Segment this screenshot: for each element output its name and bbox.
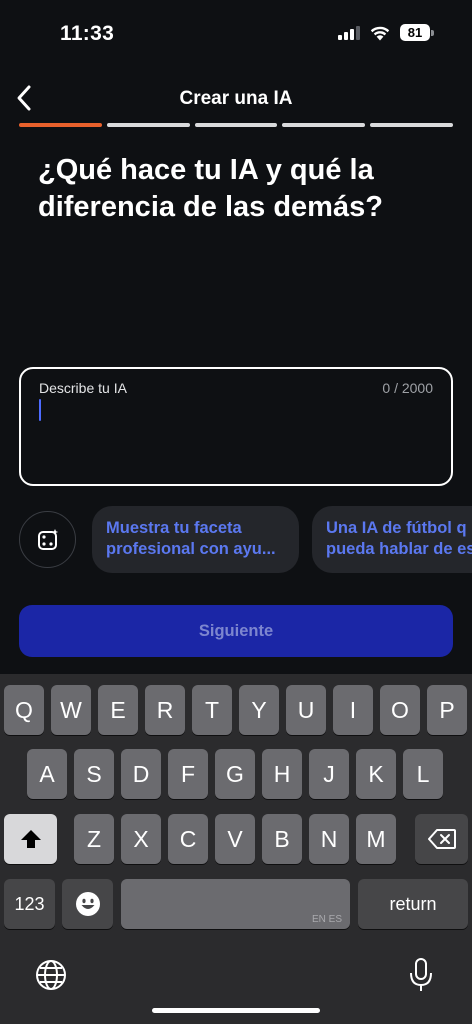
- key-z[interactable]: Z: [74, 814, 114, 864]
- suggestion-text-line: pueda hablar de es: [326, 540, 472, 558]
- key-e[interactable]: E: [98, 685, 138, 735]
- cellular-signal-icon: [338, 25, 360, 40]
- step-progress: [19, 123, 453, 128]
- suggestion-chip[interactable]: Muestra tu faceta profesional con ayu...: [92, 506, 299, 573]
- battery-level: 81: [400, 24, 430, 41]
- emoji-key[interactable]: [62, 879, 113, 929]
- key-n[interactable]: N: [309, 814, 349, 864]
- describe-ia-field[interactable]: Describe tu IA 0 / 2000: [19, 367, 453, 486]
- text-cursor: [39, 399, 41, 421]
- key-m[interactable]: M: [356, 814, 396, 864]
- key-a[interactable]: A: [27, 749, 67, 799]
- shift-arrow-icon: [20, 830, 41, 848]
- key-w[interactable]: W: [51, 685, 91, 735]
- key-o[interactable]: O: [380, 685, 420, 735]
- key-r[interactable]: R: [145, 685, 185, 735]
- progress-step-2: [106, 123, 190, 127]
- question-heading: ¿Qué hace tu IA y qué la diferencia de l…: [38, 154, 383, 223]
- key-k[interactable]: K: [356, 749, 396, 799]
- random-suggestion-button[interactable]: [19, 511, 76, 568]
- return-key[interactable]: return: [358, 879, 468, 929]
- progress-step-1: [19, 123, 102, 127]
- key-v[interactable]: V: [215, 814, 255, 864]
- progress-step-3: [194, 123, 278, 127]
- key-l[interactable]: L: [403, 749, 443, 799]
- next-button[interactable]: Siguiente: [19, 605, 453, 657]
- microphone-icon: [410, 958, 432, 991]
- emoji-icon: [75, 892, 100, 916]
- key-q[interactable]: Q: [4, 685, 44, 735]
- key-b[interactable]: B: [262, 814, 302, 864]
- character-counter: 0 / 2000: [382, 380, 433, 396]
- suggestion-chip[interactable]: Una IA de fútbol q pueda hablar de es: [312, 506, 472, 573]
- key-s[interactable]: S: [74, 749, 114, 799]
- shift-key[interactable]: [4, 814, 57, 864]
- wifi-icon: [370, 26, 390, 40]
- status-time: 11:33: [60, 22, 115, 45]
- key-g[interactable]: G: [215, 749, 255, 799]
- key-y[interactable]: Y: [239, 685, 279, 735]
- dictation-button[interactable]: [402, 954, 440, 996]
- home-indicator: [152, 1008, 320, 1013]
- progress-step-5: [370, 123, 453, 127]
- key-j[interactable]: J: [309, 749, 349, 799]
- dice-icon: [37, 528, 58, 550]
- key-d[interactable]: D: [121, 749, 161, 799]
- globe-button[interactable]: [32, 956, 70, 994]
- backspace-icon: [427, 829, 456, 849]
- space-language-label: EN ES: [311, 914, 342, 925]
- key-u[interactable]: U: [286, 685, 326, 735]
- key-t[interactable]: T: [192, 685, 232, 735]
- suggestion-text-line: profesional con ayu...: [106, 540, 276, 558]
- key-p[interactable]: P: [427, 685, 467, 735]
- progress-step-4: [282, 123, 366, 127]
- key-c[interactable]: C: [168, 814, 208, 864]
- suggestion-text-line: Muestra tu faceta: [106, 519, 242, 537]
- key-f[interactable]: F: [168, 749, 208, 799]
- numbers-key[interactable]: 123: [4, 879, 55, 929]
- key-x[interactable]: X: [121, 814, 161, 864]
- key-h[interactable]: H: [262, 749, 302, 799]
- keyboard: Q W E R T Y U I O P A S D F G H J K L Z …: [0, 674, 472, 1024]
- field-label: Describe tu IA: [39, 380, 127, 396]
- status-bar: 11:33 81: [0, 0, 472, 70]
- suggestion-text-line: Una IA de fútbol q: [326, 519, 467, 537]
- delete-key[interactable]: [415, 814, 468, 864]
- globe-icon: [36, 960, 66, 990]
- space-key[interactable]: EN ES: [121, 879, 350, 929]
- battery-icon: 81: [400, 24, 434, 41]
- status-icons: 81: [338, 24, 434, 41]
- page-title: Crear una IA: [179, 88, 293, 109]
- key-i[interactable]: I: [333, 685, 373, 735]
